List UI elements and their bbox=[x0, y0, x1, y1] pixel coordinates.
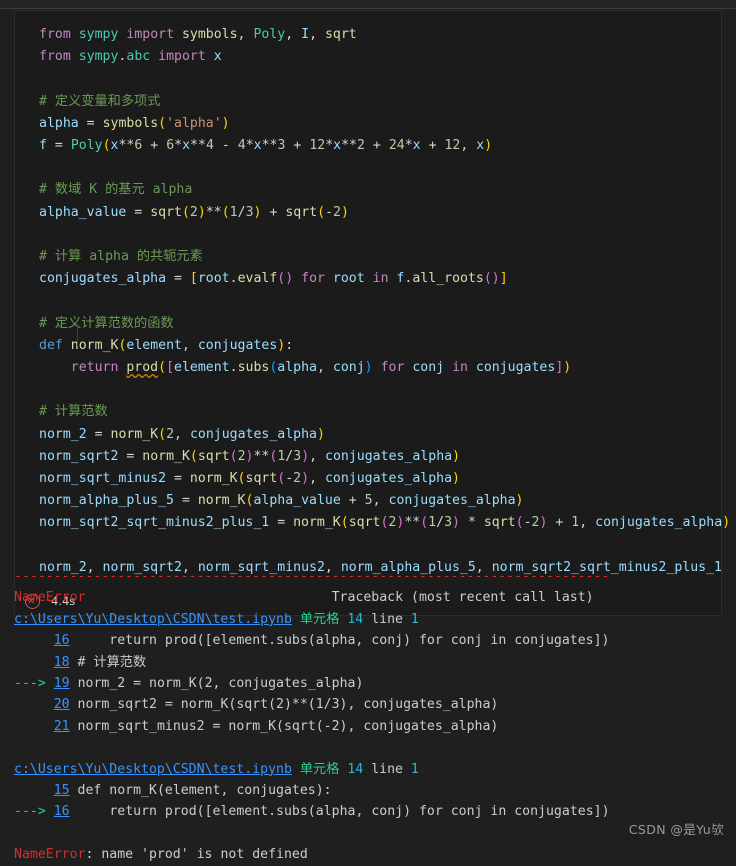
traceback-lineno[interactable]: 19 bbox=[54, 676, 70, 691]
error-type-header: NameError bbox=[14, 590, 86, 606]
traceback-lineno[interactable]: 18 bbox=[54, 655, 70, 670]
traceback-arrow: ---> bbox=[14, 676, 46, 692]
traceback-code: norm_2 = norm_K(2, conjugates_alpha) bbox=[77, 676, 364, 692]
traceback-file-link-1[interactable]: c:\Users\Yu\Desktop\CSDN\test.ipynb bbox=[14, 612, 292, 627]
traceback-separator: ----------------------------------------… bbox=[14, 569, 610, 584]
traceback-code: norm_sqrt_minus2 = norm_K(sqrt(-2), conj… bbox=[77, 718, 499, 734]
cell-output-traceback: ----------------------------------------… bbox=[0, 566, 736, 866]
code-editor-area[interactable]: from sympy import symbols, Poly, I, sqrt… bbox=[15, 19, 730, 587]
traceback-lineno[interactable]: 15 bbox=[54, 783, 70, 798]
line-number-2: 1 bbox=[410, 761, 419, 777]
traceback-code: # 计算范数 bbox=[77, 654, 147, 670]
traceback-label: Traceback (most recent call last) bbox=[331, 590, 594, 606]
traceback-code: def norm_K(element, conjugates): bbox=[77, 783, 332, 799]
line-word-2: line bbox=[371, 761, 403, 777]
line-word-1: line bbox=[371, 611, 403, 627]
indent-guide bbox=[77, 324, 78, 346]
traceback-code: norm_sqrt2 = norm_K(sqrt(2)**(1/3), conj… bbox=[77, 697, 499, 713]
final-error-message: : name 'prod' is not defined bbox=[85, 847, 308, 863]
cell-number-2: 14 bbox=[347, 761, 364, 777]
traceback-lineno[interactable]: 16 bbox=[54, 804, 70, 819]
cell-label-1: 单元格 bbox=[299, 611, 340, 627]
traceback-lineno[interactable]: 20 bbox=[54, 697, 70, 712]
csdn-watermark: CSDN @是Yu欤 bbox=[628, 822, 724, 837]
traceback-arrow: ---> bbox=[14, 804, 46, 820]
traceback-text: ----------------------------------------… bbox=[14, 566, 736, 866]
cell-number-1: 14 bbox=[347, 611, 364, 627]
traceback-code: return prod([element.subs(alpha, conj) f… bbox=[77, 804, 610, 820]
source-code[interactable]: from sympy import symbols, Poly, I, sqrt… bbox=[39, 24, 730, 579]
cell-label-2: 单元格 bbox=[299, 761, 340, 777]
notebook-code-cell[interactable]: from sympy import symbols, Poly, I, sqrt… bbox=[14, 10, 730, 617]
final-error-type: NameError bbox=[14, 847, 86, 863]
line-number-1: 1 bbox=[410, 611, 419, 627]
traceback-code: return prod([element.subs(alpha, conj) f… bbox=[77, 633, 610, 649]
traceback-lineno[interactable]: 16 bbox=[54, 633, 70, 648]
traceback-lineno[interactable]: 21 bbox=[54, 719, 70, 734]
traceback-file-link-2[interactable]: c:\Users\Yu\Desktop\CSDN\test.ipynb bbox=[14, 762, 292, 777]
vscode-notebook-screen: from sympy import symbols, Poly, I, sqrt… bbox=[0, 0, 736, 862]
window-top-strip bbox=[0, 0, 736, 9]
